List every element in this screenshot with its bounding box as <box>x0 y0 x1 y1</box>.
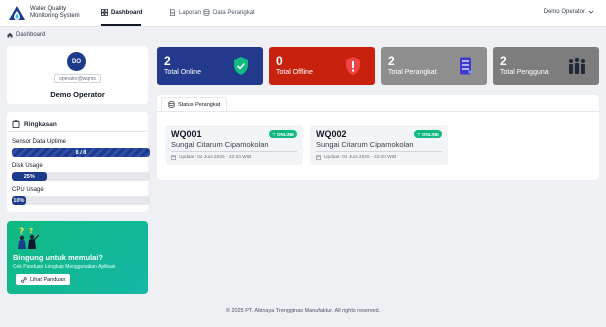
shield-check-icon <box>234 57 248 75</box>
summary-title: Ringkasan <box>12 120 57 128</box>
avatar: DO <box>67 52 86 71</box>
stat-online-label: Total Online <box>164 69 201 76</box>
water-logo-icon[interactable] <box>7 3 27 23</box>
divider <box>7 131 148 132</box>
stat-users-value: 2 <box>500 54 507 68</box>
server-icon <box>460 57 472 75</box>
user-menu[interactable]: Demo Operator <box>544 9 594 15</box>
device-location: Sungai Citarum Cipamokolan <box>171 140 269 149</box>
tab-device-status[interactable]: Status Perangkat <box>161 97 228 111</box>
disk-progress-bar: 25% <box>12 172 150 181</box>
device-updated-text: Update: 04 Juni 2025 - 23:20 WIB <box>324 155 397 160</box>
device-updated-text: Update: 04 Juni 2025 - 23:20 WIB <box>179 155 252 160</box>
tab-device-status-label: Status Perangkat <box>178 101 221 108</box>
disk-progress-fill: 25% <box>12 172 47 181</box>
device-updated: Update: 04 Juni 2025 - 23:20 WIB <box>316 155 396 160</box>
email-chip: operator@wqms <box>54 74 101 83</box>
stat-card-users[interactable]: 2 Total Pengguna <box>493 47 599 85</box>
nav-laporan-label: Laporan <box>179 9 202 16</box>
stat-users-label: Total Pengguna <box>500 69 549 76</box>
status-badge: ONLINE <box>268 130 297 138</box>
breadcrumb-current: Dashboard <box>16 32 46 38</box>
cpu-progress-bar: 10% <box>12 196 150 205</box>
profile-card: DO operator@wqms Demo Operator <box>7 46 148 104</box>
wifi-icon <box>272 132 276 136</box>
alert-shield-icon <box>346 57 360 75</box>
metric-label-cpu: CPU Usage <box>12 187 44 193</box>
svg-text:?: ? <box>19 227 24 237</box>
database-icon <box>168 101 175 108</box>
brand-line2: Monitoring System <box>30 13 80 19</box>
nav-data-perangkat-label: Data Perangkat <box>213 9 255 16</box>
cpu-progress-fill: 10% <box>12 196 26 205</box>
status-badge-text: ONLINE <box>276 131 294 137</box>
question-people-illustration-icon: ? ? <box>18 227 40 249</box>
stat-card-online[interactable]: 2 Total Online <box>157 47 263 85</box>
device-id: WQ002 <box>316 129 347 139</box>
stat-devices-value: 2 <box>388 54 395 68</box>
footer-copyright: © 2025 PT. Abinaya Trengginas Manufaktur… <box>225 308 381 314</box>
wifi-icon <box>417 132 421 136</box>
nav-data-perangkat[interactable]: Data Perangkat <box>203 9 255 16</box>
uptime-progress-fill: 8 / 8 <box>12 148 150 157</box>
device-card-wq001[interactable]: WQ001 ONLINE Sungai Citarum Cipamokolan … <box>165 125 303 165</box>
nav-dashboard-label: Dashboard <box>111 9 143 16</box>
stat-card-offline[interactable]: 0 Total Offline <box>269 47 375 85</box>
calendar-icon <box>171 155 176 160</box>
dashboard-icon <box>101 9 108 16</box>
home-icon[interactable] <box>7 32 13 38</box>
device-updated: Update: 04 Juni 2025 - 23:20 WIB <box>171 155 251 160</box>
nav-dashboard[interactable]: Dashboard <box>101 9 142 16</box>
brand-line1: Water Quality <box>30 6 67 12</box>
stat-offline-value: 0 <box>276 54 283 68</box>
stat-online-value: 2 <box>164 54 171 68</box>
device-location: Sungai Citarum Cipamokolan <box>316 140 414 149</box>
users-icon <box>569 57 585 74</box>
brand-name: Water Quality Monitoring System <box>30 6 80 20</box>
link-icon <box>21 276 27 283</box>
summary-card: Ringkasan Sensor Data Uptime 8 / 8 Disk … <box>7 112 150 212</box>
device-id: WQ001 <box>171 129 202 139</box>
device-status-panel: Status Perangkat WQ001 ONLINE Sungai Cit… <box>157 95 599 180</box>
calendar-icon <box>316 155 321 160</box>
view-guide-button[interactable]: Lihat Panduan <box>16 274 71 285</box>
tab-bar-border <box>157 111 599 112</box>
svg-text:?: ? <box>29 227 33 235</box>
divider <box>171 151 297 152</box>
divider <box>316 151 442 152</box>
help-subtitle: Cek Panduan Lengkap Menggunakan Aplikasi <box>13 264 116 270</box>
status-badge: ONLINE <box>413 130 442 138</box>
metric-label-uptime: Sensor Data Uptime <box>12 139 67 145</box>
chevron-down-icon <box>588 10 594 14</box>
document-icon <box>169 9 176 16</box>
breadcrumb: Dashboard <box>7 32 45 38</box>
user-menu-label: Demo Operator <box>543 9 585 15</box>
summary-title-text: Ringkasan <box>24 120 57 128</box>
stat-card-devices[interactable]: 2 Total Perangkat <box>381 47 487 85</box>
uptime-progress-bar: 8 / 8 <box>12 148 150 157</box>
view-guide-button-label: Lihat Panduan <box>30 276 66 283</box>
nav-laporan[interactable]: Laporan <box>169 9 201 16</box>
nav-active-indicator <box>101 24 141 26</box>
database-icon <box>203 9 210 16</box>
top-navbar: Water Quality Monitoring System Dashboar… <box>0 0 606 27</box>
profile-name: Demo Operator <box>50 90 105 99</box>
metric-label-disk: Disk Usage <box>12 163 43 169</box>
clipboard-icon <box>12 120 20 128</box>
help-title: Bingung untuk memulai? <box>13 253 103 262</box>
stat-devices-label: Total Perangkat <box>388 69 437 76</box>
status-badge-text: ONLINE <box>421 131 439 137</box>
device-card-wq002[interactable]: WQ002 ONLINE Sungai Citarum Cipamokolan … <box>310 125 448 165</box>
stat-offline-label: Total Offline <box>276 69 313 76</box>
help-card: ? ? Bingung untuk memulai? Cek Panduan L… <box>7 221 148 294</box>
